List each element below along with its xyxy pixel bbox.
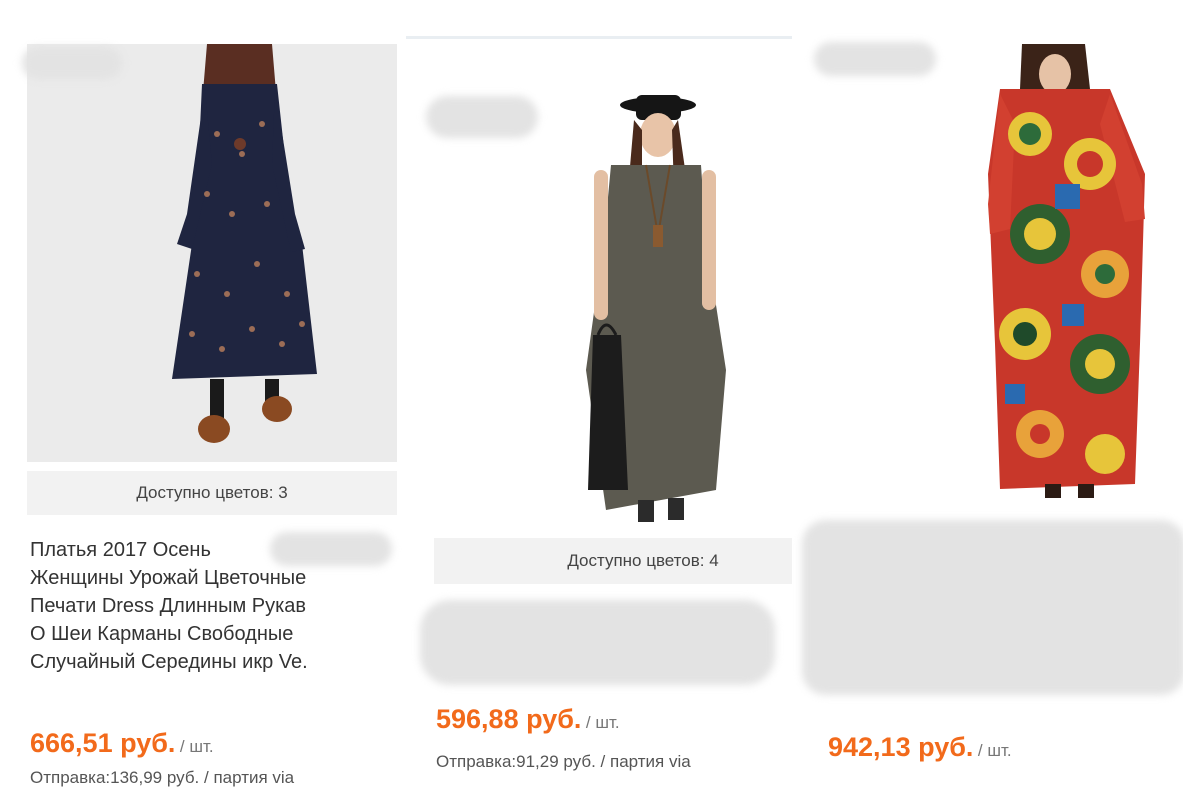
product-image-1[interactable] [27, 44, 397, 462]
title-line: О Шеи Карманы Свободные [30, 623, 294, 645]
price-value: 666,51 руб. [30, 728, 176, 758]
price-unit: / шт. [585, 713, 620, 732]
product-image-3[interactable] [800, 44, 1183, 504]
product-card-2[interactable]: Доступно цветов: 4 596,88 руб. / шт. Отп… [406, 40, 792, 779]
price-value: 596,88 руб. [436, 704, 582, 734]
price-value: 942,13 руб. [828, 732, 974, 762]
product-card-1[interactable]: Доступно цветов: 3 Платья 2017 Осень Жен… [0, 0, 400, 787]
product-card-3[interactable]: 942,13 руб. / шт. [800, 0, 1183, 779]
blurred-title-fragment [270, 532, 392, 566]
kaftan-dress-picture [988, 44, 1145, 498]
available-colors-bar: Доступно цветов: 4 [434, 538, 792, 584]
price-line: 666,51 руб. / шт. [30, 728, 214, 759]
price-unit: / шт. [977, 741, 1012, 760]
price-line: 942,13 руб. / шт. [828, 732, 1012, 763]
available-colors-label: Доступно цветов: 4 [567, 551, 719, 570]
blurred-title [420, 600, 775, 685]
card-top-border [406, 36, 792, 39]
price-unit: / шт. [179, 737, 214, 756]
title-line: Случайный Середины икр Ve. [30, 651, 308, 673]
floral-dress-picture [27, 44, 397, 462]
shipping-info: Отправка:91,29 руб. / партия via [436, 752, 691, 771]
shipping-info: Отправка:136,99 руб. / партия via [30, 768, 295, 787]
available-colors-label: Доступно цветов: 3 [136, 483, 288, 502]
title-line: Печати Dress Длинным Рукав [30, 595, 307, 617]
blurred-title [802, 520, 1183, 695]
title-line: Женщины Урожай Цветочные [30, 567, 307, 589]
blurred-badge [22, 47, 122, 79]
price-line: 596,88 руб. / шт. [436, 704, 620, 735]
blurred-badge [426, 96, 538, 138]
available-colors-bar: Доступно цветов: 3 [27, 471, 397, 515]
blurred-badge [814, 42, 936, 76]
